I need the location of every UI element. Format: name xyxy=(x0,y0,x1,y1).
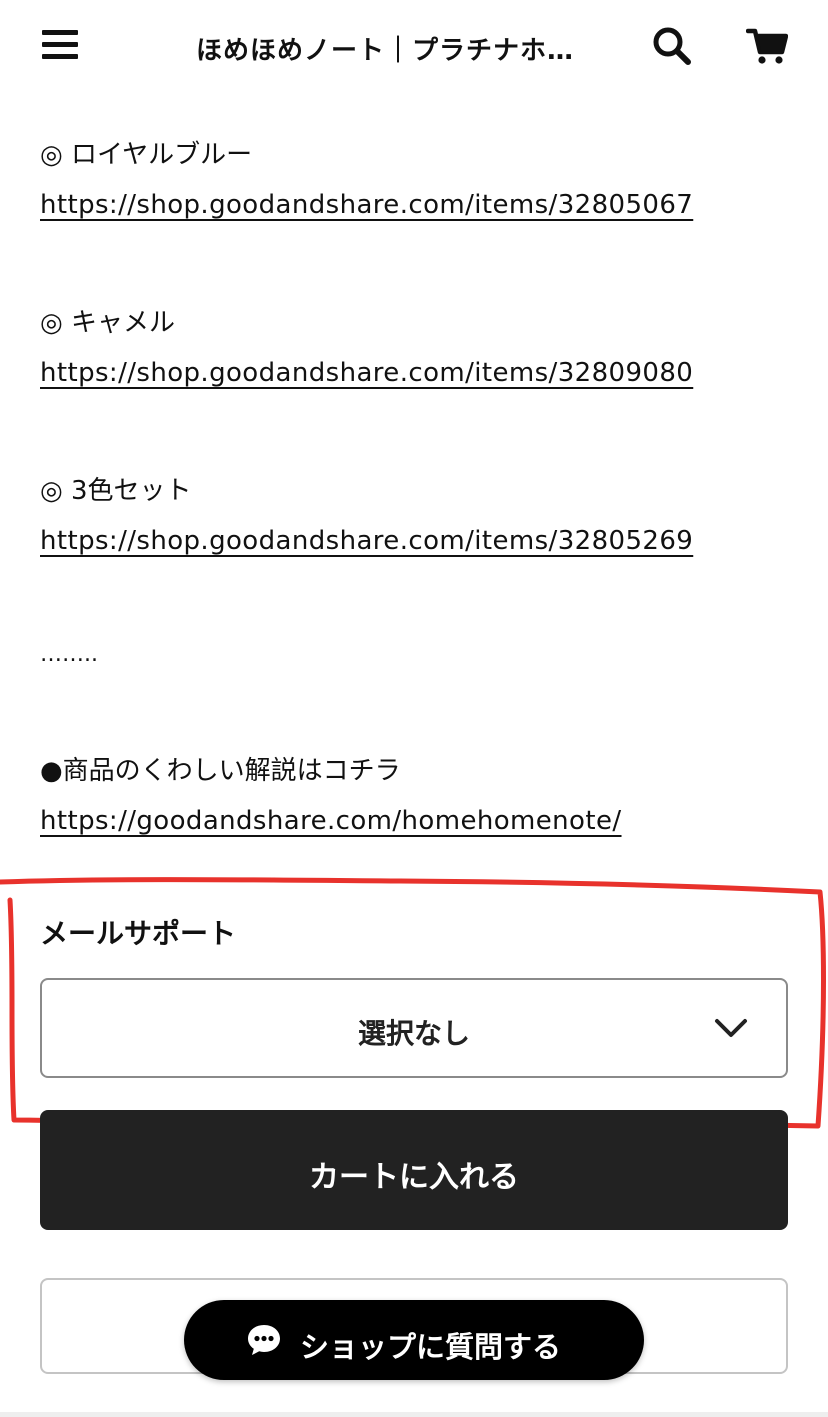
chat-bubble-icon xyxy=(248,1325,280,1355)
variant-link[interactable]: https://shop.goodandshare.com/items/3280… xyxy=(40,190,693,220)
detail-link[interactable]: https://goodandshare.com/homehomenote/ xyxy=(40,806,622,836)
hamburger-menu-icon[interactable] xyxy=(40,28,80,62)
variant-label: ◎ キャメル xyxy=(40,308,175,338)
bottom-divider xyxy=(0,1412,828,1417)
shop-title: ほめほめノート｜プラチナホ… xyxy=(196,36,575,66)
add-to-cart-label: カートに入れる xyxy=(309,1160,519,1195)
variant-link[interactable]: https://shop.goodandshare.com/items/3280… xyxy=(40,358,693,388)
search-icon[interactable] xyxy=(652,26,692,66)
cart-icon[interactable] xyxy=(745,26,789,66)
header: ほめほめノート｜プラチナホ… xyxy=(0,0,828,96)
mail-support-select[interactable]: 選択なし xyxy=(40,978,788,1078)
variant-label: ◎ ロイヤルブルー xyxy=(40,140,253,170)
variant-link[interactable]: https://shop.goodandshare.com/items/3280… xyxy=(40,526,693,556)
detail-label: ●商品のくわしい解説はコチラ xyxy=(40,756,401,786)
ask-shop-button[interactable]: ショップに質問する xyxy=(184,1300,644,1380)
variant-label: ◎ 3色セット xyxy=(40,476,192,506)
select-value: 選択なし xyxy=(357,1017,470,1050)
add-to-cart-button[interactable]: カートに入れる xyxy=(40,1110,788,1230)
option-label: メールサポート xyxy=(40,917,237,950)
chevron-down-icon xyxy=(715,1019,747,1037)
ellipsis-text: …….. xyxy=(40,642,98,667)
ask-shop-label: ショップに質問する xyxy=(300,1330,562,1364)
